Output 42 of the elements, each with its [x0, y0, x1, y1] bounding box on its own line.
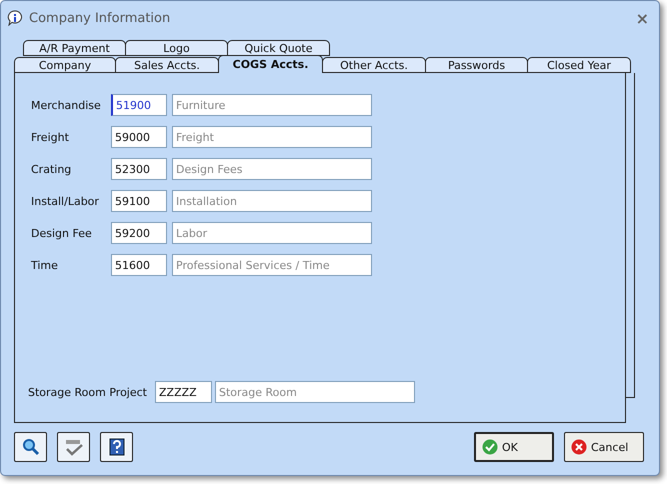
project-description-field[interactable]: Storage Room [215, 381, 415, 403]
account-code-field[interactable]: 59100 [111, 190, 167, 212]
account-code-field[interactable]: 59200 [111, 222, 167, 244]
ok-button[interactable]: OK [474, 432, 554, 462]
spell-check-button[interactable] [57, 432, 90, 462]
check-icon [482, 439, 498, 455]
tab[interactable]: Logo [125, 40, 228, 56]
search-button[interactable] [14, 432, 47, 462]
tab[interactable]: Company [14, 57, 116, 73]
field-label: Time [31, 258, 59, 272]
window-title: Company Information [29, 10, 172, 26]
project-code-field[interactable]: ZZZZZ [155, 381, 212, 403]
tab[interactable]: Sales Accts. [115, 57, 219, 73]
help-button[interactable] [100, 432, 133, 462]
help-icon [108, 438, 124, 456]
field-label: Install/Labor [31, 194, 100, 208]
close-button[interactable]: × [636, 8, 649, 28]
tab[interactable]: A/R Payment [23, 40, 126, 56]
field-label: Storage Room Project [28, 386, 148, 398]
info-icon [7, 10, 23, 26]
account-code-field[interactable]: 51900 [111, 94, 167, 116]
account-description-field[interactable]: Freight [172, 126, 372, 148]
tab[interactable]: Other Accts. [322, 57, 426, 73]
account-description-field[interactable]: Professional Services / Time [172, 254, 372, 276]
field-label: Design Fee [31, 226, 93, 240]
cancel-icon [571, 439, 587, 455]
tab[interactable]: Closed Year [527, 57, 631, 73]
account-code-field[interactable]: 59000 [111, 126, 167, 148]
account-description-field[interactable]: Labor [172, 222, 372, 244]
tab[interactable]: Quick Quote [227, 40, 330, 56]
account-description-field[interactable]: Design Fees [172, 158, 372, 180]
field-label: Merchandise [31, 98, 102, 112]
cancel-button[interactable]: Cancel [564, 432, 644, 462]
account-description-field[interactable]: Installation [172, 190, 372, 212]
account-code-field[interactable]: 52300 [111, 158, 167, 180]
search-icon [22, 438, 40, 456]
account-description-field[interactable]: Furniture [172, 94, 372, 116]
spell-check-icon [64, 438, 84, 456]
field-label: Crating [31, 162, 72, 176]
field-label: Freight [31, 130, 70, 144]
tab[interactable]: Passwords [425, 57, 528, 73]
account-code-field[interactable]: 51600 [111, 254, 167, 276]
